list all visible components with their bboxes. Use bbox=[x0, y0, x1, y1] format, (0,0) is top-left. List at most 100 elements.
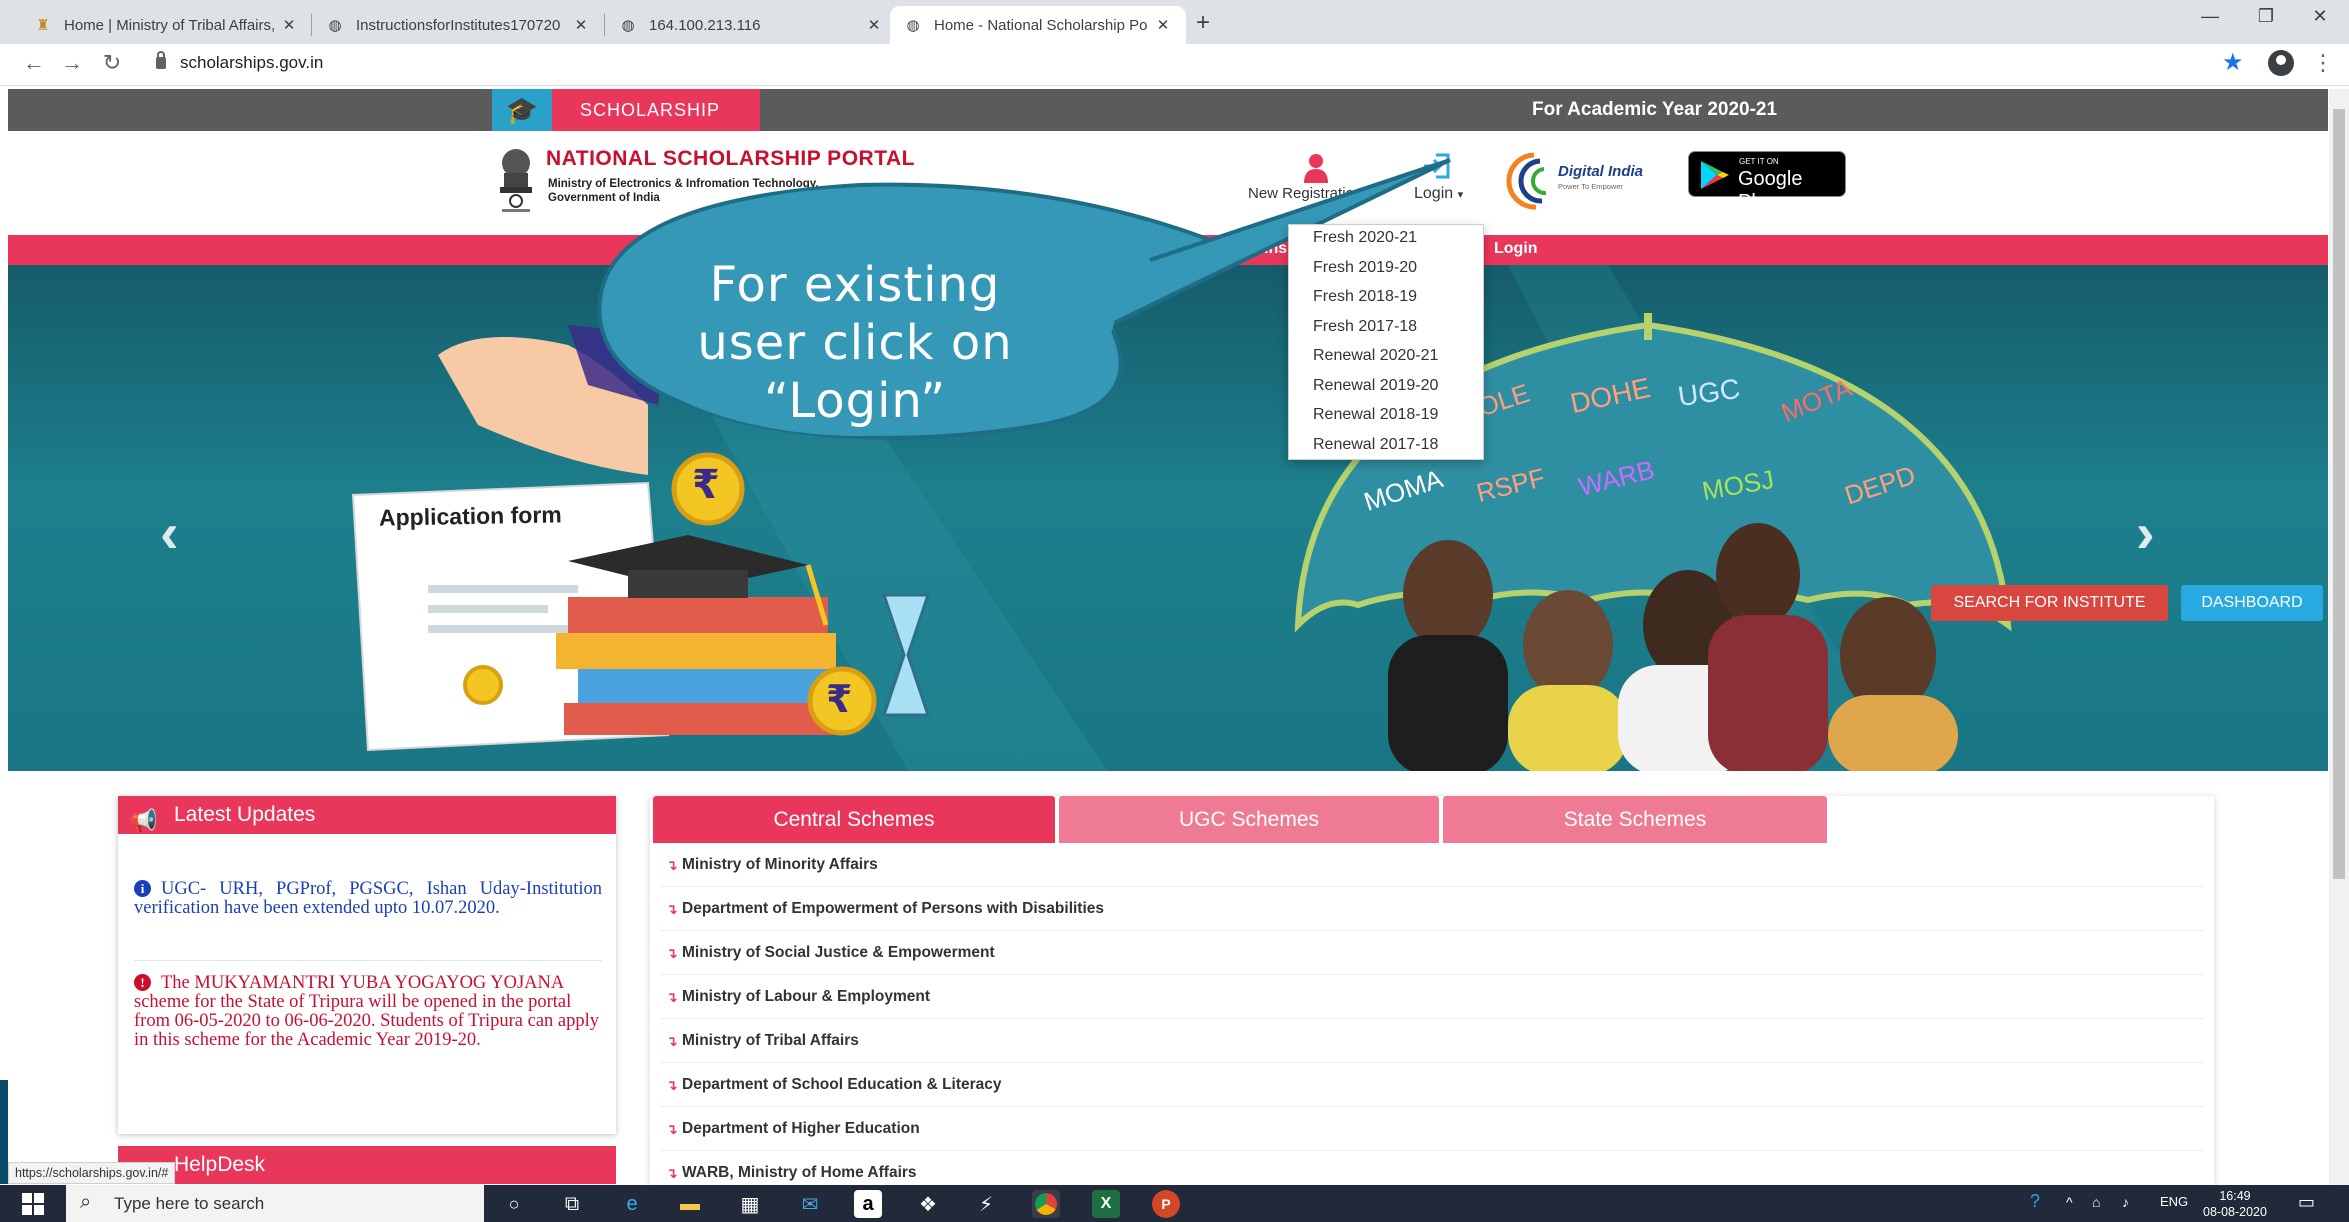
scheme-row[interactable]: ↴ Ministry of Minority Affairs bbox=[660, 843, 2204, 887]
info-icon: i bbox=[134, 880, 151, 897]
reload-icon[interactable]: ↻ bbox=[96, 50, 128, 76]
cortana-icon[interactable]: ○ bbox=[500, 1190, 528, 1218]
arrow-icon: ↴ bbox=[666, 901, 678, 917]
mail-icon[interactable]: ✉ bbox=[796, 1190, 824, 1218]
divider bbox=[134, 960, 602, 961]
minimize-window-button[interactable]: — bbox=[2190, 6, 2230, 27]
close-tab-icon[interactable]: ✕ bbox=[865, 16, 883, 34]
edge-browser-icon[interactable]: e bbox=[618, 1190, 646, 1218]
scrollbar-thumb[interactable] bbox=[2333, 109, 2345, 879]
latest-updates-title: Latest Updates bbox=[174, 803, 316, 826]
login-menu-item[interactable]: Renewal 2020-21 bbox=[1313, 347, 1438, 365]
file-explorer-icon[interactable]: ▬ bbox=[676, 1190, 704, 1218]
arrow-icon: ↴ bbox=[666, 1121, 678, 1137]
language-indicator[interactable]: ENG bbox=[2160, 1194, 2188, 1209]
arrow-icon: ↴ bbox=[666, 1033, 678, 1049]
callout-line-2: user click on bbox=[697, 315, 1013, 371]
winamp-icon[interactable]: ⚡ bbox=[972, 1190, 1000, 1218]
latest-updates-panel: 📢 Latest Updates i UGC- URH, PGProf, PGSG… bbox=[118, 796, 616, 1134]
amazon-icon[interactable]: a bbox=[854, 1190, 882, 1218]
profile-avatar-icon[interactable] bbox=[2268, 50, 2294, 76]
notifications-icon[interactable]: ▭ bbox=[2298, 1192, 2315, 1213]
google-play-badge[interactable]: GET IT ON Google Play bbox=[1688, 151, 1846, 213]
taskbar-search-placeholder: Type here to search bbox=[114, 1194, 265, 1213]
carousel-prev-icon[interactable]: ‹ bbox=[160, 500, 179, 565]
scholarship-badge: 🎓 SCHOLARSHIP bbox=[492, 89, 760, 131]
taskbar-search-box[interactable]: ⌕ Type here to search bbox=[66, 1185, 484, 1222]
dashboard-button[interactable]: DASHBOARD bbox=[2181, 585, 2323, 621]
bookmark-star-icon[interactable]: ★ bbox=[2222, 48, 2244, 77]
close-tab-icon[interactable]: ✕ bbox=[1154, 16, 1172, 34]
login-menu-item[interactable]: Fresh 2019-20 bbox=[1313, 259, 1417, 277]
search-for-institute-button[interactable]: SEARCH FOR INSTITUTE bbox=[1931, 585, 2168, 621]
arrow-icon: ↴ bbox=[666, 857, 678, 873]
close-tab-icon[interactable]: ✕ bbox=[280, 16, 298, 34]
excel-icon[interactable]: X bbox=[1092, 1190, 1120, 1218]
login-menu-item[interactable]: Fresh 2017-18 bbox=[1313, 318, 1417, 336]
login-menu-item[interactable]: Renewal 2018-19 bbox=[1313, 406, 1438, 424]
close-window-button[interactable]: ✕ bbox=[2300, 6, 2340, 27]
scheme-row[interactable]: ↴ Ministry of Social Justice & Empowermen… bbox=[660, 931, 2204, 975]
browser-tab-nsp-home[interactable]: ◍ Home - National Scholarship Po ✕ bbox=[890, 6, 1186, 44]
forward-arrow-icon[interactable]: → bbox=[56, 50, 88, 76]
scholarship-label: SCHOLARSHIP bbox=[580, 99, 721, 120]
new-tab-button[interactable]: + bbox=[1196, 9, 1210, 37]
browser-tab-ip-address[interactable]: ◍ 164.100.213.116 ✕ bbox=[605, 6, 897, 44]
login-menu-item[interactable]: Renewal 2019-20 bbox=[1313, 377, 1438, 395]
national-emblem-icon bbox=[500, 149, 532, 212]
scheme-label: Ministry of Minority Affairs bbox=[682, 856, 878, 873]
page-scrollbar[interactable] bbox=[2329, 89, 2349, 1185]
clock-date: 08-08-2020 bbox=[2203, 1205, 2267, 1219]
arrow-icon: ↴ bbox=[666, 1077, 678, 1093]
scheme-row[interactable]: ↴ Ministry of Tribal Affairs bbox=[660, 1019, 2204, 1063]
browser-tab-tribal-affairs[interactable]: ♜ Home | Ministry of Tribal Affairs, ✕ bbox=[20, 6, 312, 44]
close-tab-icon[interactable]: ✕ bbox=[572, 16, 590, 34]
back-arrow-icon[interactable]: ← bbox=[18, 50, 50, 76]
slide-edge-accent bbox=[0, 1080, 8, 1184]
update-item[interactable]: i UGC- URH, PGProf, PGSGC, Ishan Uday-Ins… bbox=[134, 880, 602, 918]
megaphone-icon: 📢 bbox=[130, 808, 158, 833]
tab-ugc-schemes[interactable]: UGC Schemes bbox=[1059, 796, 1439, 843]
site-top-bar: 🎓 SCHOLARSHIP For Academic Year 2020-21 bbox=[8, 89, 2328, 131]
volume-icon[interactable]: ♪ bbox=[2122, 1194, 2129, 1210]
digital-india-text: Digital India bbox=[1558, 163, 1644, 180]
scheme-row[interactable]: ↴ Department of Higher Education bbox=[660, 1107, 2204, 1151]
chrome-icon[interactable] bbox=[1032, 1190, 1060, 1218]
browser-menu-icon[interactable]: ⋮ bbox=[2312, 50, 2334, 76]
taskbar-clock[interactable]: 16:49 08-08-2020 bbox=[2203, 1188, 2267, 1220]
login-menu-item[interactable]: Fresh 2018-19 bbox=[1313, 288, 1417, 306]
digital-india-tagline: Power To Empower bbox=[1558, 182, 1623, 191]
restore-window-button[interactable]: ❐ bbox=[2246, 6, 2286, 27]
login-menu-item[interactable]: Fresh 2020-21 bbox=[1313, 229, 1417, 247]
scheme-label: Ministry of Tribal Affairs bbox=[682, 1032, 859, 1049]
help-icon[interactable]: ? bbox=[2030, 1191, 2040, 1212]
network-icon[interactable]: ⌂ bbox=[2092, 1194, 2100, 1210]
powerpoint-icon[interactable]: P bbox=[1152, 1190, 1180, 1218]
scheme-row[interactable]: ↴ Ministry of Labour & Employment bbox=[660, 975, 2204, 1019]
clock-time: 16:49 bbox=[2219, 1189, 2251, 1203]
lock-icon[interactable] bbox=[156, 51, 166, 69]
task-view-icon[interactable]: ⧉ bbox=[558, 1190, 586, 1218]
tab-central-schemes[interactable]: Central Schemes bbox=[653, 796, 1055, 843]
login-menu-item[interactable]: Renewal 2017-18 bbox=[1313, 436, 1438, 454]
nav-login-link[interactable]: Login bbox=[1494, 240, 1538, 258]
schemes-panel: Central Schemes UGC Schemes State Scheme… bbox=[650, 796, 2214, 1186]
alert-icon: ! bbox=[134, 974, 151, 991]
scheme-row[interactable]: ↴ Department of Empowerment of Persons wi… bbox=[660, 887, 2204, 931]
scheme-row[interactable]: ↴ Department of School Education & Litera… bbox=[660, 1063, 2204, 1107]
carousel-next-icon[interactable]: › bbox=[2136, 500, 2155, 565]
windows-start-icon[interactable] bbox=[22, 1193, 44, 1215]
browser-toolbar: ← → ↻ scholarships.gov.in ★ ⋮ bbox=[0, 44, 2349, 86]
address-bar[interactable]: scholarships.gov.in bbox=[180, 53, 323, 73]
dropbox-icon[interactable]: ❖ bbox=[914, 1190, 942, 1218]
globe-icon: ◍ bbox=[328, 17, 342, 34]
helpdesk-header[interactable]: HelpDesk bbox=[118, 1146, 616, 1184]
emblem-favicon-icon: ♜ bbox=[36, 17, 50, 34]
callout-line-1: For existing bbox=[709, 257, 1001, 313]
chevron-up-icon[interactable]: ^ bbox=[2066, 1194, 2073, 1210]
scheme-row[interactable]: ↴ WARB, Ministry of Home Affairs bbox=[660, 1151, 2204, 1186]
tab-state-schemes[interactable]: State Schemes bbox=[1443, 796, 1827, 843]
store-icon[interactable]: ▦ bbox=[736, 1190, 764, 1218]
update-item[interactable]: ! The MUKYAMANTRI YUBA YOGAYOG YOJANA sch… bbox=[134, 974, 602, 1050]
browser-tab-instructions[interactable]: ◍ InstructionsforInstitutes170720 ✕ bbox=[312, 6, 604, 44]
